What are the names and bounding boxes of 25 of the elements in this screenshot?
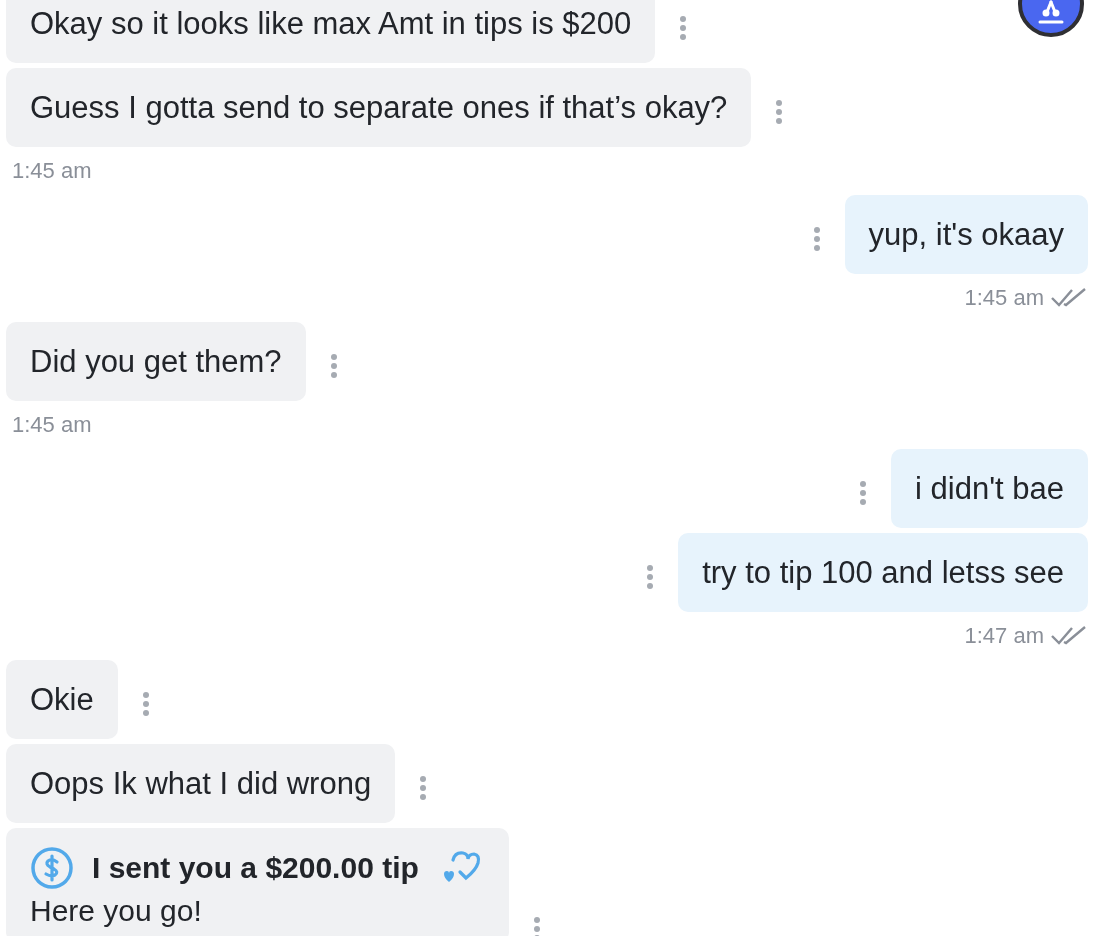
more-options-icon[interactable] — [329, 352, 338, 379]
more-options-icon[interactable] — [812, 225, 821, 252]
more-options-icon[interactable] — [775, 98, 784, 125]
message-bubble: i didn't bae — [891, 449, 1088, 528]
more-options-icon[interactable] — [532, 916, 541, 936]
message-bubble: Okay so it looks like max Amt in tips is $200 — [6, 0, 656, 63]
more-options-icon[interactable] — [859, 479, 867, 506]
more-options-icon[interactable] — [141, 690, 150, 717]
timestamp: 1:45 am — [12, 158, 92, 184]
message-bubble: yup, it's okaay — [844, 195, 1088, 274]
tip-title: I sent you a $200.00 tip — [92, 851, 419, 885]
timestamp: 1:47 am — [964, 623, 1044, 649]
tip-message-text: Here you go! — [30, 894, 202, 928]
message-bubble: Okie — [6, 660, 118, 739]
dollar-coin-icon — [30, 846, 74, 890]
message-bubble: try to tip 100 and letss see — [678, 533, 1088, 612]
timestamp: 1:45 am — [12, 412, 92, 438]
message-bubble: Did you get them? — [6, 322, 306, 401]
timestamp: 1:45 am — [964, 285, 1044, 311]
avatar-icon[interactable] — [1018, 0, 1084, 40]
message-bubble: Oops Ik what I did wrong — [6, 744, 396, 823]
more-options-icon[interactable] — [679, 14, 688, 41]
more-options-icon[interactable] — [646, 563, 655, 590]
more-options-icon[interactable] — [419, 774, 428, 801]
message-bubble: Guess I gotta send to separate ones if that’s okay? — [6, 68, 752, 147]
